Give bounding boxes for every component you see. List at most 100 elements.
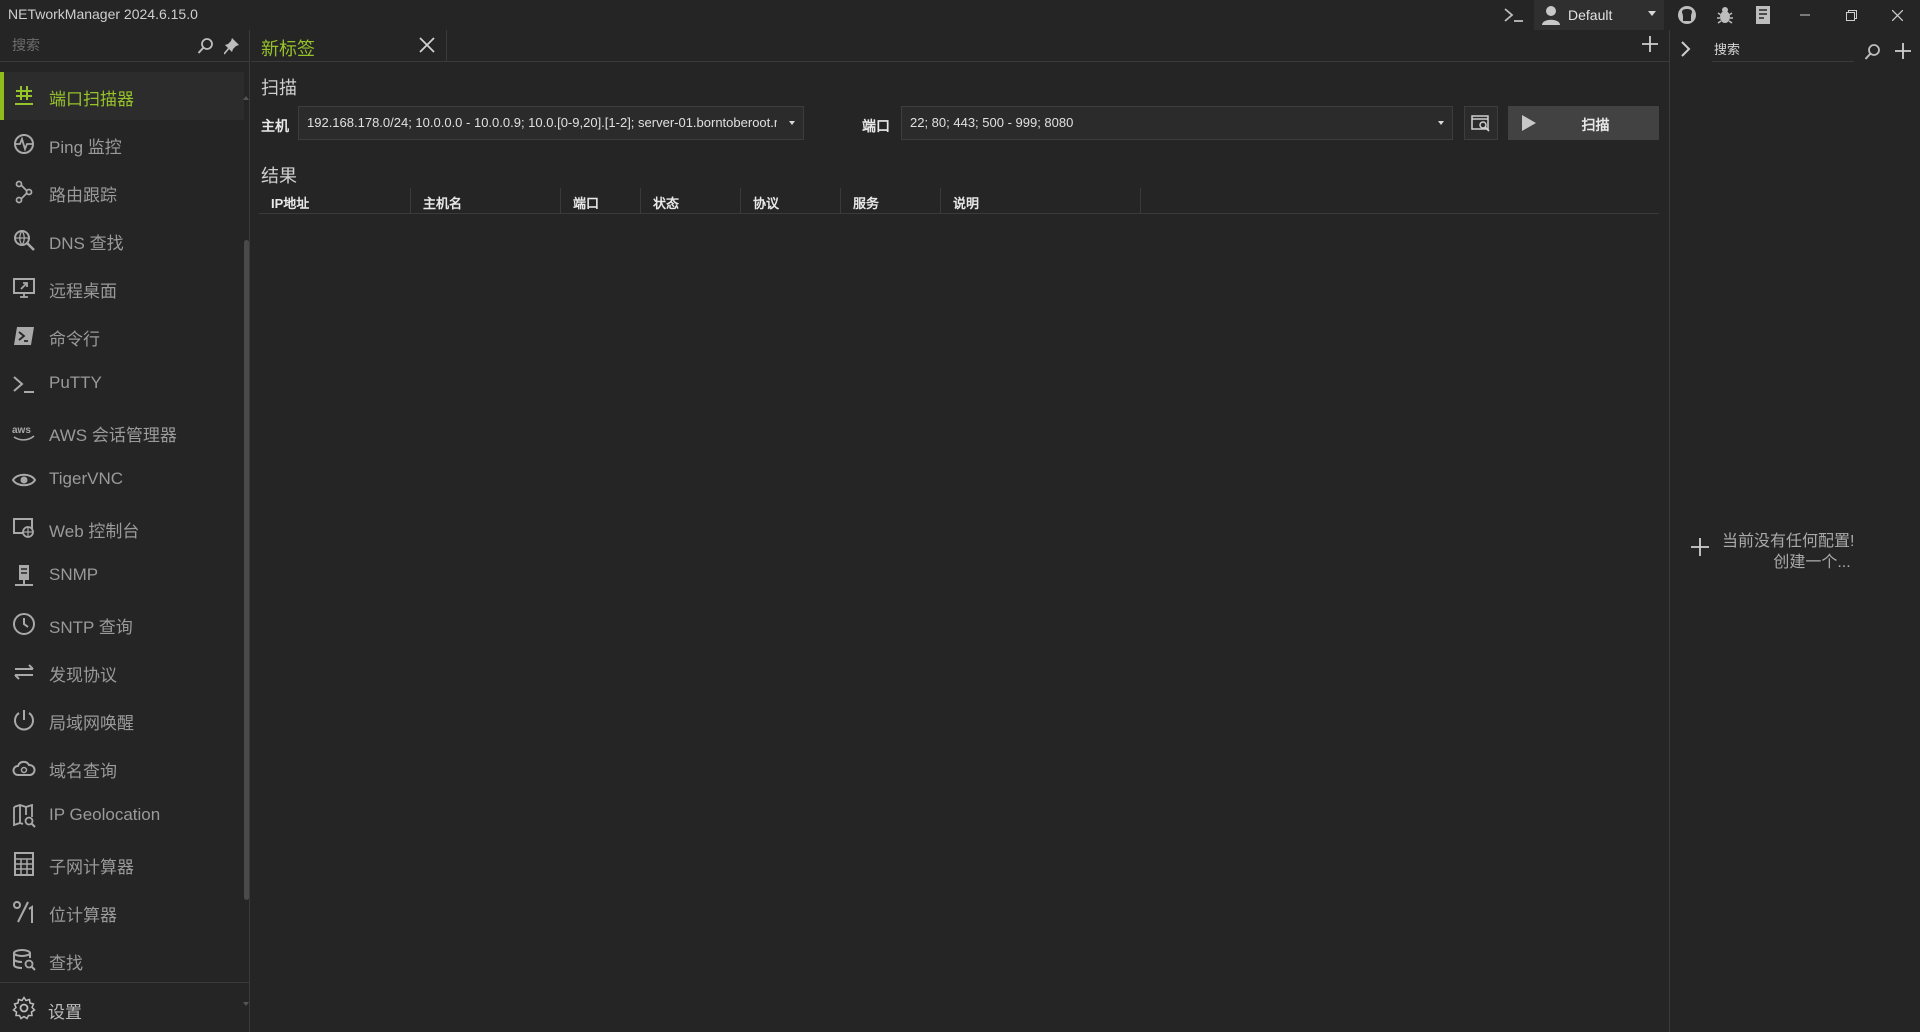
terminal-icon bbox=[12, 372, 36, 396]
github-icon[interactable] bbox=[1675, 3, 1699, 27]
port-combobox[interactable]: 22; 80; 443; 500 - 999; 8080 bbox=[901, 106, 1453, 140]
column-header-port[interactable]: 端口 bbox=[561, 188, 641, 214]
ping-monitor-icon bbox=[12, 132, 36, 156]
chevron-down-icon[interactable] bbox=[1438, 121, 1444, 125]
sidebar-item-ping-monitor[interactable]: Ping 监控 bbox=[0, 120, 244, 168]
sidebar-item-label: Ping 监控 bbox=[49, 138, 122, 157]
sidebar-item-label: 端口扫描器 bbox=[49, 90, 134, 109]
column-label: 说明 bbox=[953, 196, 980, 211]
aws-icon: aws bbox=[12, 420, 36, 444]
bug-icon[interactable] bbox=[1713, 3, 1737, 27]
column-header-service[interactable]: 服务 bbox=[841, 188, 941, 214]
web-console-icon bbox=[12, 516, 36, 540]
svg-text:aws: aws bbox=[12, 425, 31, 436]
scan-button-label: 扫描 bbox=[1581, 117, 1610, 133]
sidebar-item-label: IP Geolocation bbox=[49, 805, 161, 824]
port-value: 22; 80; 443; 500 - 999; 8080 bbox=[910, 115, 1074, 130]
tab-new[interactable]: 新标签 bbox=[251, 30, 447, 62]
snmp-icon bbox=[12, 564, 36, 588]
sidebar-item-powershell[interactable]: 命令行 bbox=[0, 312, 244, 360]
database-search-icon bbox=[12, 948, 36, 972]
tab-strip: 新标签 bbox=[251, 30, 1669, 62]
sidebar-item-settings[interactable]: 设置 bbox=[0, 982, 250, 1032]
map-search-icon bbox=[12, 804, 36, 828]
host-combobox[interactable]: 192.168.178.0/24; 10.0.0.0 - 10.0.0.9; 1… bbox=[298, 106, 804, 140]
sidebar-item-label: 发现协议 bbox=[49, 666, 117, 685]
column-header-protocol[interactable]: 协议 bbox=[741, 188, 841, 214]
sidebar-item-web-console[interactable]: Web 控制台 bbox=[0, 504, 244, 552]
calculator-icon bbox=[12, 852, 36, 876]
profile-name: Default bbox=[1568, 7, 1613, 23]
add-profile-button[interactable] bbox=[1894, 42, 1912, 60]
powershell-prompt-icon[interactable] bbox=[1502, 3, 1526, 27]
sidebar-menu: 端口扫描器 Ping 监控 路由跟踪 DNS 查找 远程桌面 命令行 PuTTY… bbox=[0, 72, 244, 984]
sidebar-item-label: 命令行 bbox=[49, 330, 100, 349]
column-label: 状态 bbox=[653, 196, 680, 211]
sidebar-item-dns-lookup[interactable]: DNS 查找 bbox=[0, 216, 244, 264]
sidebar-item-label: TigerVNC bbox=[49, 469, 123, 488]
cloud-search-icon bbox=[12, 756, 36, 780]
port-profiles-button[interactable] bbox=[1464, 106, 1498, 140]
sidebar-item-sntp-lookup[interactable]: SNTP 查询 bbox=[0, 600, 244, 648]
sidebar-item-label: 位计算器 bbox=[49, 906, 117, 925]
sidebar-item-traceroute[interactable]: 路由跟踪 bbox=[0, 168, 244, 216]
main-content: 新标签 扫描 主机 192.168.178.0/24; 10.0.0.0 - 1… bbox=[251, 30, 1669, 1032]
sidebar-item-label: SNTP 查询 bbox=[49, 618, 133, 637]
sidebar-item-ip-geolocation[interactable]: IP Geolocation bbox=[0, 792, 244, 840]
swap-arrows-icon bbox=[12, 660, 36, 684]
chevron-down-icon bbox=[1648, 11, 1656, 17]
empty-message-line2[interactable]: 创建一个... bbox=[1690, 548, 1910, 572]
column-header-status[interactable]: 状态 bbox=[641, 188, 741, 214]
empty-profiles-message[interactable]: 当前没有任何配置! 创建一个... bbox=[1690, 527, 1910, 577]
minimize-button[interactable] bbox=[1782, 0, 1828, 30]
sidebar-item-remote-desktop[interactable]: 远程桌面 bbox=[0, 264, 244, 312]
window-search-icon bbox=[1471, 114, 1491, 132]
close-icon[interactable] bbox=[418, 36, 436, 54]
sidebar-item-bit-calculator[interactable]: 位计算器 bbox=[0, 888, 244, 936]
close-window-button[interactable] bbox=[1874, 0, 1920, 30]
sidebar-item-tigervnc[interactable]: TigerVNC bbox=[0, 456, 244, 504]
column-label: 协议 bbox=[753, 196, 780, 211]
chevron-down-icon[interactable] bbox=[789, 121, 795, 125]
sidebar-item-label: PuTTY bbox=[49, 373, 102, 392]
sidebar-item-lookup[interactable]: 查找 bbox=[0, 936, 244, 984]
user-icon bbox=[1542, 5, 1560, 25]
column-header-hostname[interactable]: 主机名 bbox=[411, 188, 561, 214]
column-label: 端口 bbox=[573, 196, 600, 211]
profile-search-input[interactable] bbox=[1712, 38, 1854, 60]
profile-selector[interactable]: Default bbox=[1534, 0, 1664, 30]
sidebar-item-putty[interactable]: PuTTY bbox=[0, 360, 244, 408]
scrollbar-thumb[interactable] bbox=[244, 240, 249, 900]
sidebar-item-label: 局域网唤醒 bbox=[49, 714, 134, 733]
chevron-right-icon[interactable] bbox=[1678, 39, 1694, 59]
sidebar-item-label: 子网计算器 bbox=[49, 858, 134, 877]
port-scanner-icon bbox=[12, 84, 36, 108]
sidebar-search-input[interactable] bbox=[10, 34, 190, 56]
sidebar-item-label: 路由跟踪 bbox=[49, 186, 117, 205]
sidebar-item-aws-session-manager[interactable]: aws AWS 会话管理器 bbox=[0, 408, 244, 456]
document-icon[interactable] bbox=[1751, 3, 1775, 27]
sidebar-item-wake-on-lan[interactable]: 局域网唤醒 bbox=[0, 696, 244, 744]
restore-button[interactable] bbox=[1828, 0, 1874, 30]
clock-icon bbox=[12, 612, 36, 636]
sidebar-item-snmp[interactable]: SNMP bbox=[0, 552, 244, 600]
search-icon[interactable] bbox=[197, 37, 215, 55]
sidebar-item-whois[interactable]: 域名查询 bbox=[0, 744, 244, 792]
tab-label: 新标签 bbox=[261, 39, 315, 59]
scan-button[interactable]: 扫描 bbox=[1508, 106, 1659, 140]
column-header-description[interactable]: 说明 bbox=[941, 188, 1141, 214]
pin-icon[interactable] bbox=[224, 37, 240, 55]
sidebar-item-discovery-protocol[interactable]: 发现协议 bbox=[0, 648, 244, 696]
sidebar-item-subnet-calculator[interactable]: 子网计算器 bbox=[0, 840, 244, 888]
scroll-up-arrow-icon[interactable] bbox=[243, 96, 249, 100]
search-icon[interactable] bbox=[1864, 43, 1882, 61]
column-header-ip[interactable]: IP地址 bbox=[259, 188, 411, 214]
add-tab-button[interactable] bbox=[1641, 35, 1659, 53]
sidebar-item-label: 域名查询 bbox=[49, 762, 117, 781]
port-label: 端口 bbox=[862, 118, 890, 134]
sidebar-item-label: 远程桌面 bbox=[49, 282, 117, 301]
sidebar-scrollbar[interactable] bbox=[243, 64, 249, 1024]
sidebar-item-port-scanner[interactable]: 端口扫描器 bbox=[0, 72, 244, 120]
sidebar-item-label: SNMP bbox=[49, 565, 99, 584]
sidebar-item-label: 查找 bbox=[49, 954, 83, 973]
